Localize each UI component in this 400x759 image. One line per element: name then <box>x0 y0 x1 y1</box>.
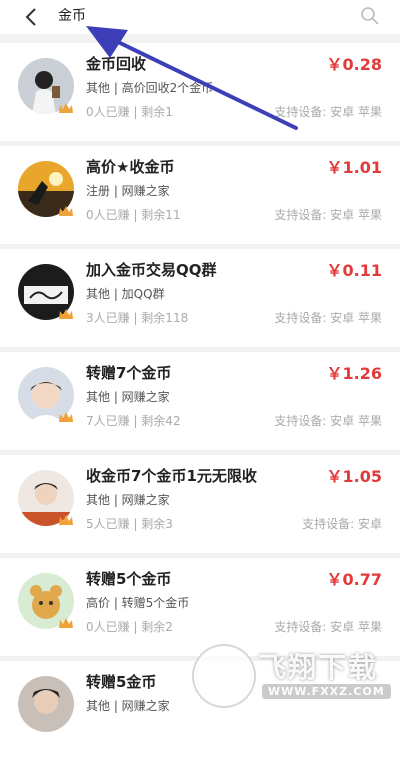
supported-devices: 支持设备: 安卓 苹果 <box>274 414 382 428</box>
supported-devices: 支持设备: 安卓 苹果 <box>274 105 382 119</box>
task-price: ￥1.01 <box>326 158 382 177</box>
crown-badge-icon <box>59 515 73 525</box>
task-title: 高价★收金币 <box>86 158 175 176</box>
task-title: 收金币7个金币1元无限收 <box>86 467 257 485</box>
task-card[interactable]: 加入金币交易QQ群 其他 | 加QQ群 3人已赚 | 剩余118 ￥0.11 支… <box>0 249 400 347</box>
crown-badge-icon <box>59 412 73 422</box>
task-price: ￥0.77 <box>326 570 382 589</box>
crown-badge-icon <box>59 309 73 319</box>
task-stats: 0人已赚 | 剩余1 <box>86 105 173 119</box>
task-category: 注册 | 网赚之家 <box>86 184 170 198</box>
task-price: ￥1.26 <box>326 364 382 383</box>
task-title: 转赠5个金币 <box>86 570 172 588</box>
task-title: 金币回收 <box>86 55 147 73</box>
task-price: ￥0.28 <box>326 55 382 74</box>
search-header: 金币 <box>0 0 400 34</box>
task-stats: 0人已赚 | 剩余2 <box>86 620 173 634</box>
task-card[interactable]: 高价★收金币 注册 | 网赚之家 0人已赚 | 剩余11 ￥1.01 支持设备:… <box>0 146 400 244</box>
task-title: 转赠5金币 <box>86 673 157 691</box>
back-chevron-icon[interactable] <box>20 5 44 29</box>
supported-devices: 支持设备: 安卓 苹果 <box>274 311 382 325</box>
supported-devices: 支持设备: 安卓 <box>302 517 382 531</box>
search-icon[interactable] <box>360 6 380 26</box>
task-title: 加入金币交易QQ群 <box>86 261 217 279</box>
watermark-logo-icon <box>192 644 256 708</box>
task-card[interactable]: 收金币7个金币1元无限收 其他 | 网赚之家 5人已赚 | 剩余3 ￥1.05 … <box>0 455 400 553</box>
task-price: ￥0.11 <box>326 261 382 280</box>
task-title: 转赠7个金币 <box>86 364 172 382</box>
watermark-url: WWW.FXXZ.COM <box>262 684 391 699</box>
search-query[interactable]: 金币 <box>58 7 86 25</box>
crown-badge-icon <box>59 103 73 113</box>
task-card[interactable]: 转赠7个金币 其他 | 网赚之家 7人已赚 | 剩余42 ￥1.26 支持设备:… <box>0 352 400 450</box>
task-category: 其他 | 网赚之家 <box>86 699 170 713</box>
task-category: 其他 | 网赚之家 <box>86 390 170 404</box>
watermark-brand: 飞翔下载 <box>258 651 379 684</box>
task-card[interactable]: 金币回收 其他 | 高价回收2个金币 0人已赚 | 剩余1 ￥0.28 支持设备… <box>0 43 400 141</box>
site-watermark: 飞翔下载 WWW.FXXZ.COM <box>192 642 392 712</box>
task-category: 其他 | 高价回收2个金币 <box>86 81 214 95</box>
supported-devices: 支持设备: 安卓 苹果 <box>274 208 382 222</box>
crown-badge-icon <box>59 206 73 216</box>
task-category: 其他 | 加QQ群 <box>86 287 165 301</box>
crown-badge-icon <box>59 618 73 628</box>
task-stats: 5人已赚 | 剩余3 <box>86 517 173 531</box>
avatar <box>18 676 74 732</box>
supported-devices: 支持设备: 安卓 苹果 <box>274 620 382 634</box>
task-stats: 3人已赚 | 剩余118 <box>86 311 189 325</box>
task-category: 其他 | 网赚之家 <box>86 493 170 507</box>
task-stats: 7人已赚 | 剩余42 <box>86 414 181 428</box>
task-stats: 0人已赚 | 剩余11 <box>86 208 181 222</box>
task-category: 高价 | 转赠5个金币 <box>86 596 190 610</box>
task-price: ￥1.05 <box>326 467 382 486</box>
